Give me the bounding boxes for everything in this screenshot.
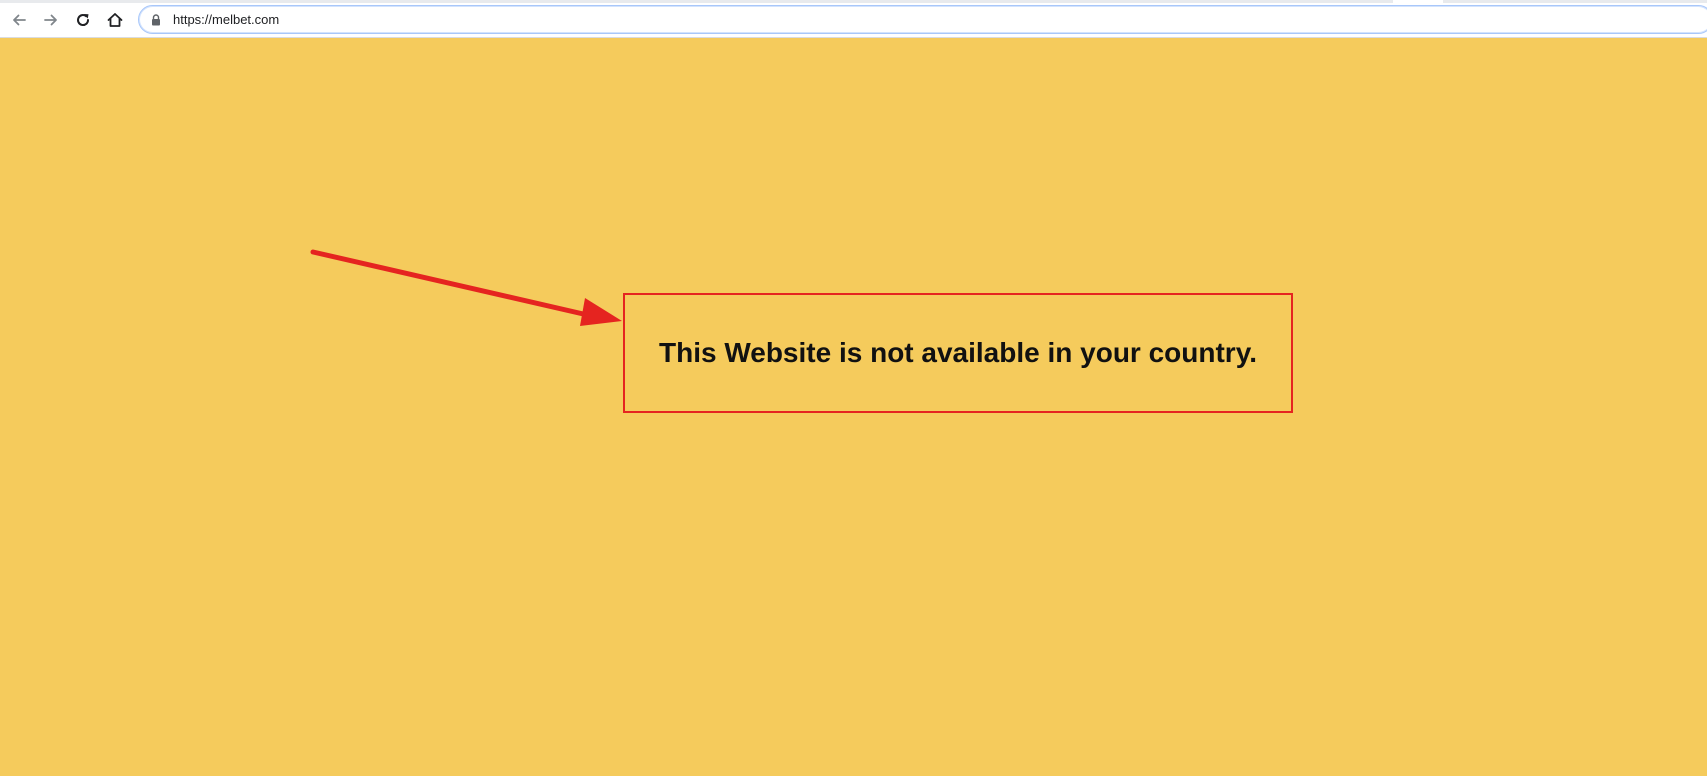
arrow-right-icon: [44, 14, 57, 26]
arrowhead: [580, 298, 622, 326]
back-button[interactable]: [6, 7, 32, 33]
browser-toolbar: https://melbet.com: [0, 0, 1707, 38]
unavailable-notice-box: This Website is not available in your co…: [623, 293, 1293, 413]
reload-icon: [77, 14, 90, 26]
home-button[interactable]: [102, 7, 128, 33]
address-bar[interactable]: https://melbet.com: [138, 5, 1707, 34]
tab-strip: [0, 0, 1707, 3]
url-text[interactable]: https://melbet.com: [173, 12, 279, 27]
active-tab-gap: [1393, 0, 1443, 3]
forward-button[interactable]: [38, 7, 64, 33]
arrow-left-icon: [13, 14, 26, 26]
reload-button[interactable]: [70, 7, 96, 33]
lock-icon: [152, 14, 160, 26]
home-icon: [107, 13, 123, 27]
arrow-shaft: [310, 249, 595, 319]
page-content: This Website is not available in your co…: [0, 38, 1707, 776]
unavailable-message: This Website is not available in your co…: [659, 337, 1257, 368]
